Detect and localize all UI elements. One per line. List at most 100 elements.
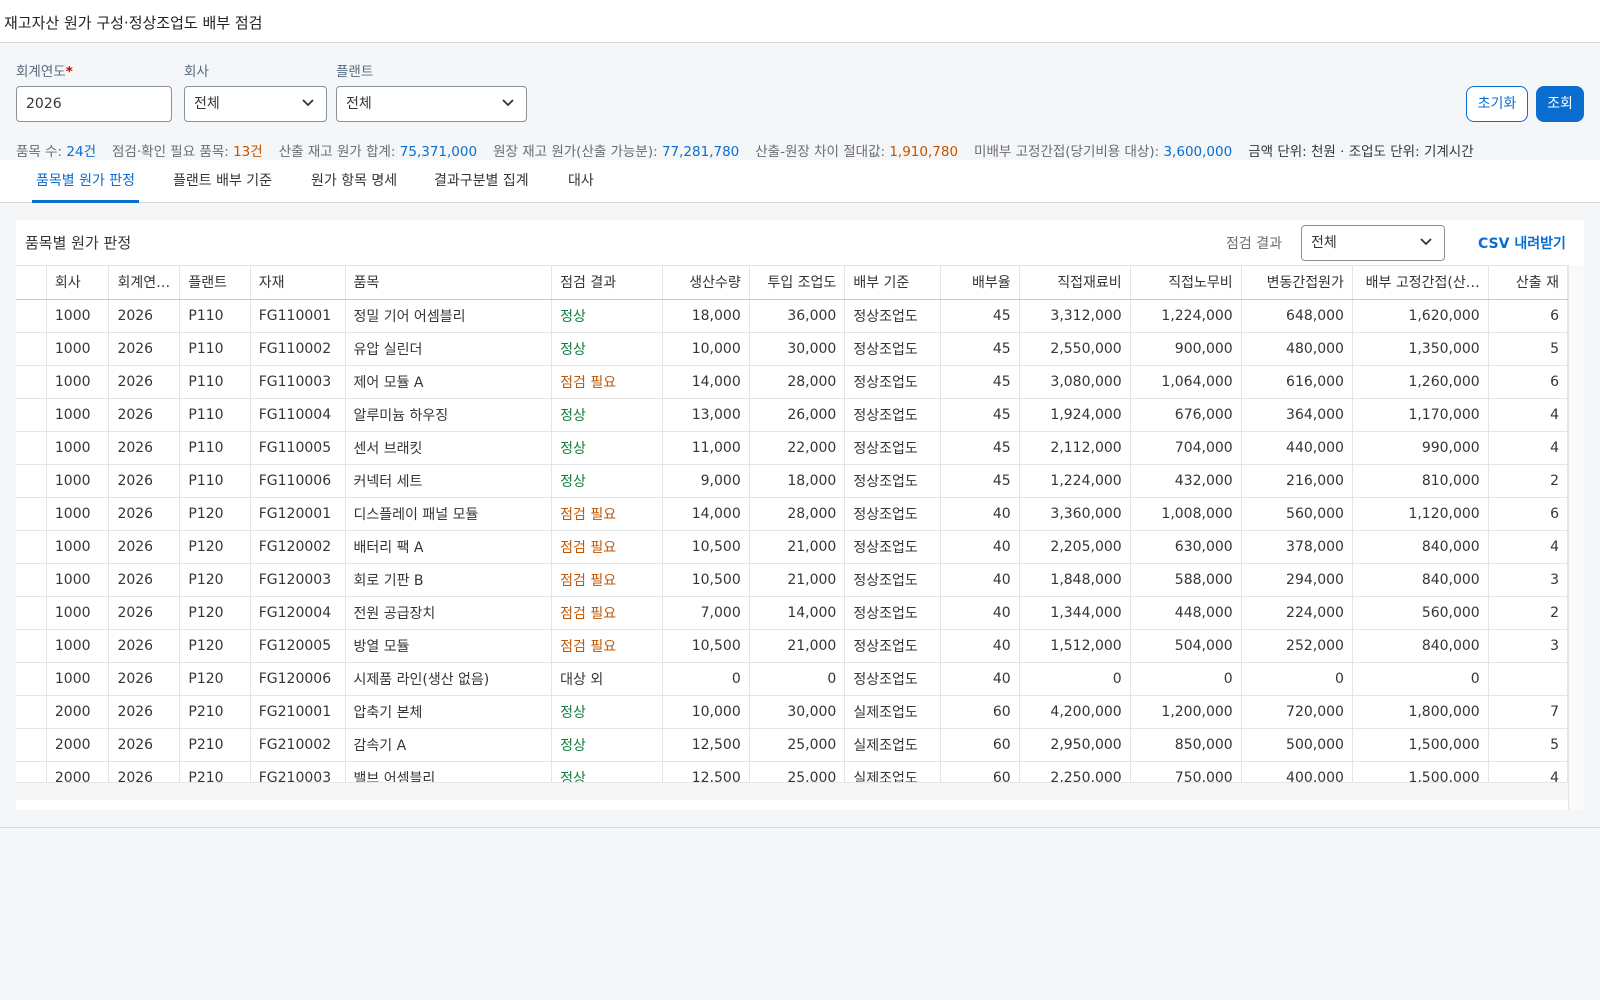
row-selector[interactable] <box>16 728 47 762</box>
cell-material: FG210001 <box>250 695 346 729</box>
cell-material: FG120005 <box>250 629 346 663</box>
cell-direct-labor: 1,008,000 <box>1130 497 1242 531</box>
table-row[interactable]: 1000 2026 P120 FG120003 회로 기판 B 점검 필요 10,500 21… <box>16 563 1568 597</box>
status-text: 정상 <box>551 464 663 498</box>
column-header-allocated-fixed-overhead[interactable]: 배부 고정간접(산… <box>1352 266 1489 300</box>
cell-direct-labor: 900,000 <box>1130 332 1242 366</box>
cell-variable-overhead: 378,000 <box>1241 530 1353 564</box>
row-selector[interactable] <box>16 662 47 696</box>
cell-direct-labor: 588,000 <box>1130 563 1242 597</box>
row-selector[interactable] <box>16 299 47 333</box>
table-row[interactable]: 2000 2026 P210 FG210002 감속기 A 정상 12,500 25,000 실… <box>16 728 1568 762</box>
cell-item: 전원 공급장치 <box>345 596 553 630</box>
horizontal-scrollbar[interactable] <box>16 782 1568 800</box>
table-row[interactable]: 1000 2026 P110 FG110003 제어 모듈 A 점검 필요 14,000 28… <box>16 365 1568 399</box>
reset-button[interactable]: 초기화 <box>1466 86 1528 122</box>
cell-company: 1000 <box>46 464 110 498</box>
tab-cost-element-detail[interactable]: 원가 항목 명세 <box>307 160 401 203</box>
column-header-calc-inventory-cost[interactable]: 산출 재 <box>1488 266 1568 300</box>
cell-allocation-basis: 실제조업도 <box>844 695 941 729</box>
cell-allocated-fixed-overhead: 1,620,000 <box>1352 299 1489 333</box>
company-select-value: 전체 <box>194 96 220 112</box>
row-selector[interactable] <box>16 596 47 630</box>
column-header-check-result[interactable]: 점검 결과 <box>551 266 663 300</box>
table-row[interactable]: 1000 2026 P110 FG110004 알루미늄 하우징 정상 13,000 26,0… <box>16 398 1568 432</box>
summary-calc-total: 산출 재고 원가 합계: 75,371,000 <box>278 144 478 160</box>
table-row[interactable]: 1000 2026 P110 FG110002 유압 실린더 정상 10,000 30,000… <box>16 332 1568 366</box>
row-selector[interactable] <box>16 563 47 597</box>
row-selector[interactable] <box>16 431 47 465</box>
cell-calc-inventory-cost: 7 <box>1488 695 1568 729</box>
summary-check-count: 점검·확인 필요 품목: 13건 <box>112 144 263 160</box>
cell-input-activity: 21,000 <box>749 563 846 597</box>
column-header-plant[interactable]: 플랜트 <box>179 266 251 300</box>
cell-plant: P110 <box>179 332 251 366</box>
table-row[interactable]: 1000 2026 P120 FG120006 시제품 라인(생산 없음) 대상 외00정… <box>16 662 1568 696</box>
column-header-item[interactable]: 품목 <box>345 266 553 300</box>
column-header-allocation-rate[interactable]: 배부율 <box>940 266 1020 300</box>
row-selector[interactable] <box>16 695 47 729</box>
status-text: 점검 필요 <box>551 629 663 663</box>
column-header-input-activity[interactable]: 투입 조업도 <box>749 266 846 300</box>
tab-result-summary[interactable]: 결과구분별 집계 <box>430 160 533 203</box>
table-row[interactable]: 2000 2026 P210 FG210001 압축기 본체 정상 10,000 30,000… <box>16 695 1568 729</box>
cell-item: 센서 브래킷 <box>345 431 553 465</box>
column-header-direct-labor[interactable]: 직접노무비 <box>1130 266 1242 300</box>
cell-direct-labor: 1,064,000 <box>1130 365 1242 399</box>
column-header-variable-overhead[interactable]: 변동간접원가 <box>1241 266 1353 300</box>
fiscal-year-input[interactable]: 2026 <box>16 86 172 122</box>
result-filter-select[interactable]: 전체 <box>1301 225 1445 261</box>
row-selector[interactable] <box>16 332 47 366</box>
cell-allocation-basis: 정상조업도 <box>844 431 941 465</box>
cell-allocation-rate: 45 <box>940 299 1020 333</box>
cost-judgment-panel: 품목별 원가 판정 점검 결과 전체 CSV 내려받기 회사 회계연… 플랜트 자재 품… <box>16 220 1584 810</box>
cell-company: 1000 <box>46 332 110 366</box>
cell-direct-material: 3,360,000 <box>1019 497 1131 531</box>
cell-production-qty: 10,500 <box>662 563 750 597</box>
row-selector[interactable] <box>16 464 47 498</box>
table-row[interactable]: 1000 2026 P110 FG110001 정밀 기어 어셈블리 정상 18,000 36… <box>16 299 1568 333</box>
company-select[interactable]: 전체 <box>184 86 327 122</box>
column-header-direct-material[interactable]: 직접재료비 <box>1019 266 1131 300</box>
search-button[interactable]: 조회 <box>1536 86 1584 122</box>
table-row[interactable]: 1000 2026 P120 FG120004 전원 공급장치 점검 필요 7,000 14,… <box>16 596 1568 630</box>
column-header-fiscal-year[interactable]: 회계연… <box>108 266 181 300</box>
row-selector[interactable] <box>16 497 47 531</box>
table-row[interactable]: 1000 2026 P120 FG120002 배터리 팩 A 점검 필요 10,500 21… <box>16 530 1568 564</box>
vertical-scrollbar[interactable] <box>1568 265 1584 810</box>
cell-allocation-rate: 45 <box>940 332 1020 366</box>
cell-company: 2000 <box>46 695 110 729</box>
plant-select[interactable]: 전체 <box>336 86 527 122</box>
cell-calc-inventory-cost: 4 <box>1488 431 1568 465</box>
table-row[interactable]: 1000 2026 P120 FG120005 방열 모듈 점검 필요 10,500 21,0… <box>16 629 1568 663</box>
panel-header: 품목별 원가 판정 점검 결과 전체 CSV 내려받기 <box>16 220 1584 265</box>
row-selector[interactable] <box>16 629 47 663</box>
row-selector[interactable] <box>16 398 47 432</box>
cell-material: FG110001 <box>250 299 346 333</box>
table-row[interactable]: 1000 2026 P120 FG120001 디스플레이 패널 모듈 점검 필요 14,0… <box>16 497 1568 531</box>
cell-variable-overhead: 364,000 <box>1241 398 1353 432</box>
cost-table: 회사 회계연… 플랜트 자재 품목 점검 결과 생산수량 투입 조업도 배부 기준 배부율 직접재료… <box>16 266 1568 795</box>
tab-item-cost-judgment[interactable]: 품목별 원가 판정 <box>32 160 140 203</box>
cell-direct-labor: 630,000 <box>1130 530 1242 564</box>
status-text: 점검 필요 <box>551 563 663 597</box>
cell-variable-overhead: 252,000 <box>1241 629 1353 663</box>
row-selector[interactable] <box>16 365 47 399</box>
cell-company: 1000 <box>46 431 110 465</box>
table-row[interactable]: 1000 2026 P110 FG110006 커넥터 세트 정상 9,000 18,000 정… <box>16 464 1568 498</box>
tab-reconciliation[interactable]: 대사 <box>564 160 598 203</box>
tab-plant-allocation[interactable]: 플랜트 배부 기준 <box>169 160 276 203</box>
column-header-allocation-basis[interactable]: 배부 기준 <box>844 266 941 300</box>
cell-item: 방열 모듈 <box>345 629 553 663</box>
table-row[interactable]: 1000 2026 P110 FG110005 센서 브래킷 정상 11,000 22,000… <box>16 431 1568 465</box>
cell-allocation-rate: 45 <box>940 464 1020 498</box>
csv-download-link[interactable]: CSV 내려받기 <box>1478 233 1566 253</box>
column-header-production-qty[interactable]: 생산수량 <box>662 266 750 300</box>
column-header-material[interactable]: 자재 <box>250 266 346 300</box>
cell-production-qty: 10,500 <box>662 530 750 564</box>
cell-allocated-fixed-overhead: 1,350,000 <box>1352 332 1489 366</box>
row-selector[interactable] <box>16 530 47 564</box>
column-header-company[interactable]: 회사 <box>46 266 110 300</box>
cell-input-activity: 21,000 <box>749 629 846 663</box>
cell-plant: P210 <box>179 728 251 762</box>
